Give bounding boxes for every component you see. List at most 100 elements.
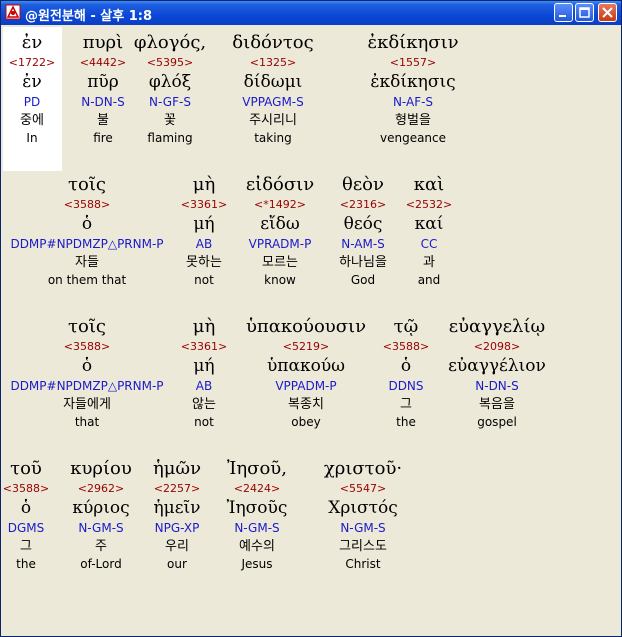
- word-korean: 우리: [165, 539, 189, 554]
- word-parse: N-AM-S: [341, 237, 385, 251]
- word-column[interactable]: τοῦ <3588> ὁ DGMS 그 the: [3, 457, 49, 572]
- close-button[interactable]: [598, 3, 617, 22]
- word-column[interactable]: καὶ <2532> καί CC 과 and: [406, 173, 452, 288]
- word-lemma: πῦρ: [87, 72, 119, 92]
- word-lemma: Ἰησοῦς: [226, 498, 288, 518]
- word-lemma: καί: [414, 214, 444, 234]
- word-greek: θεὸν: [342, 174, 384, 195]
- maximize-button[interactable]: [575, 3, 594, 22]
- word-greek: ἐκδίκησιν: [367, 32, 459, 53]
- maximize-icon: [579, 7, 590, 18]
- word-strong: <3361>: [180, 340, 228, 353]
- word-parse: PD: [23, 95, 41, 109]
- word-column[interactable]: διδόντος <1325> δίδωμι VPPAGM-S 주시리니 taking: [232, 31, 313, 146]
- word-strong: <3588>: [2, 482, 50, 495]
- word-column[interactable]: ὑπακούουσιν <5219> ὑπακούω VPPADM-P 복종치 obey: [246, 315, 366, 430]
- word-korean: 형벌을: [395, 113, 431, 128]
- word-greek: κυρίου: [70, 458, 132, 479]
- word-strong: <4442>: [79, 56, 127, 69]
- word-lemma: φλόξ: [148, 72, 192, 92]
- word-column[interactable]: Ἰησοῦ, <2424> Ἰησοῦς N-GM-S 예수의 Jesus: [227, 457, 288, 572]
- word-parse: VPPAGM-S: [242, 95, 304, 109]
- word-korean: 꽃: [164, 113, 176, 128]
- interlinear-panel[interactable]: ἐν <1722> ἐν PD 중에 In πυρὶ <4442> πῦρ N-DN-S 불 fire…: [3, 27, 619, 634]
- word-greek: ἡμῶν: [152, 458, 202, 479]
- word-parse: AB: [195, 237, 213, 251]
- word-parse: DGMS: [7, 521, 45, 535]
- word-korean: 주: [95, 539, 107, 554]
- word-strong: <5395>: [146, 56, 194, 69]
- word-column[interactable]: κυρίου <2962> κύριος N-GM-S 주 of-Lord: [70, 457, 132, 572]
- word-strong: <3588>: [63, 340, 111, 353]
- word-strong: <3588>: [63, 198, 111, 211]
- word-greek: τοῖς: [68, 174, 106, 195]
- word-greek: πυρὶ: [82, 32, 124, 53]
- word-strong: <2424>: [233, 482, 281, 495]
- word-korean: 그리스도: [339, 539, 387, 554]
- word-english: know: [264, 273, 296, 287]
- word-greek: μὴ: [192, 174, 216, 195]
- word-column[interactable]: εἰδόσιν <*1492> εἴδω VPRADM-P 모르는 know: [246, 173, 314, 288]
- word-column[interactable]: φλογός, <5395> φλόξ N-GF-S 꽃 flaming: [134, 31, 206, 146]
- word-greek: τοῦ: [10, 458, 42, 479]
- word-column[interactable]: τοῖς <3588> ὁ DDMP#NPDMZP△PRNM-P 자들 on them t…: [10, 173, 163, 288]
- word-parse: CC: [420, 237, 438, 251]
- word-column[interactable]: ἡμῶν <2257> ἡμεῖν NPG-XP 우리 our: [153, 457, 201, 572]
- word-greek: διδόντος: [232, 32, 314, 53]
- close-icon: [602, 7, 613, 18]
- word-column[interactable]: τοῖς <3588> ὁ DDMP#NPDMZP△PRNM-P 자들에게 that: [10, 315, 163, 430]
- word-parse: DDNS: [388, 379, 424, 393]
- word-column[interactable]: τῷ <3588> ὁ DDNS 그 the: [383, 315, 429, 430]
- word-column[interactable]: ἐκδίκησιν <1557> ἐκδίκησις N-AF-S 형벌을 vengean…: [367, 31, 458, 146]
- word-english: that: [74, 415, 100, 429]
- word-parse: N-GM-S: [78, 521, 124, 535]
- minimize-icon: [559, 15, 566, 17]
- word-parse: VPPADM-P: [275, 379, 337, 393]
- word-korean: 과: [423, 255, 435, 270]
- word-english: not: [194, 273, 214, 287]
- word-strong: <1325>: [249, 56, 297, 69]
- word-parse: AB: [195, 379, 213, 393]
- word-strong: <5547>: [339, 482, 387, 495]
- word-english: vengeance: [379, 131, 447, 145]
- word-english: In: [26, 131, 38, 145]
- word-english: the: [396, 415, 416, 429]
- word-english: on them that: [47, 273, 127, 287]
- word-strong: <3588>: [382, 340, 430, 353]
- word-korean: 주시리니: [249, 113, 297, 128]
- word-lemma: δίδωμι: [243, 72, 303, 92]
- title-bar[interactable]: @원전분해 - 살후 1:8: [1, 1, 621, 25]
- word-strong: <2257>: [153, 482, 201, 495]
- word-korean: 하나님을: [339, 255, 387, 270]
- word-korean: 모르는: [262, 255, 298, 270]
- word-lemma: μή: [193, 356, 215, 376]
- word-english: God: [350, 273, 376, 287]
- word-parse: N-GM-S: [340, 521, 386, 535]
- word-column[interactable]: μὴ <3361> μή AB 않는 not: [181, 315, 227, 430]
- word-lemma: εὐαγγέλιον: [448, 356, 546, 376]
- word-column[interactable]: ἐν <1722> ἐν PD 중에 In: [9, 31, 55, 146]
- word-korean: 중에: [20, 113, 44, 128]
- word-english: gospel: [477, 415, 517, 429]
- word-greek: τῷ: [393, 316, 419, 337]
- word-korean: 그: [400, 397, 412, 412]
- word-strong: <5219>: [282, 340, 330, 353]
- word-lemma: ὁ: [81, 356, 93, 376]
- word-lemma: κύριος: [72, 498, 130, 518]
- word-parse: N-AF-S: [392, 95, 434, 109]
- word-lemma: ἐν: [22, 72, 42, 92]
- word-column[interactable]: εὐαγγελίῳ <2098> εὐαγγέλιον N-DN-S 복음을 gospel: [448, 315, 546, 430]
- word-column[interactable]: πυρὶ <4442> πῦρ N-DN-S 불 fire: [80, 31, 126, 146]
- word-strong: <2316>: [339, 198, 387, 211]
- word-korean: 불: [97, 113, 109, 128]
- word-greek: καὶ: [413, 174, 445, 195]
- minimize-button[interactable]: [554, 3, 573, 22]
- word-lemma: ἡμεῖν: [153, 498, 201, 518]
- word-column[interactable]: θεὸν <2316> θεός N-AM-S 하나님을 God: [339, 173, 387, 288]
- word-column[interactable]: χριστοῦ· <5547> Χριστός N-GM-S 그리스도 Christ: [324, 457, 402, 572]
- word-lemma: ὁ: [20, 498, 32, 518]
- word-column[interactable]: μὴ <3361> μή AB 못하는 not: [181, 173, 227, 288]
- word-english: not: [194, 415, 214, 429]
- word-strong: <1557>: [389, 56, 437, 69]
- app-window: @원전분해 - 살후 1:8 ἐν <1722> ἐν PD 중에 In πυρὶ <4442…: [0, 0, 622, 637]
